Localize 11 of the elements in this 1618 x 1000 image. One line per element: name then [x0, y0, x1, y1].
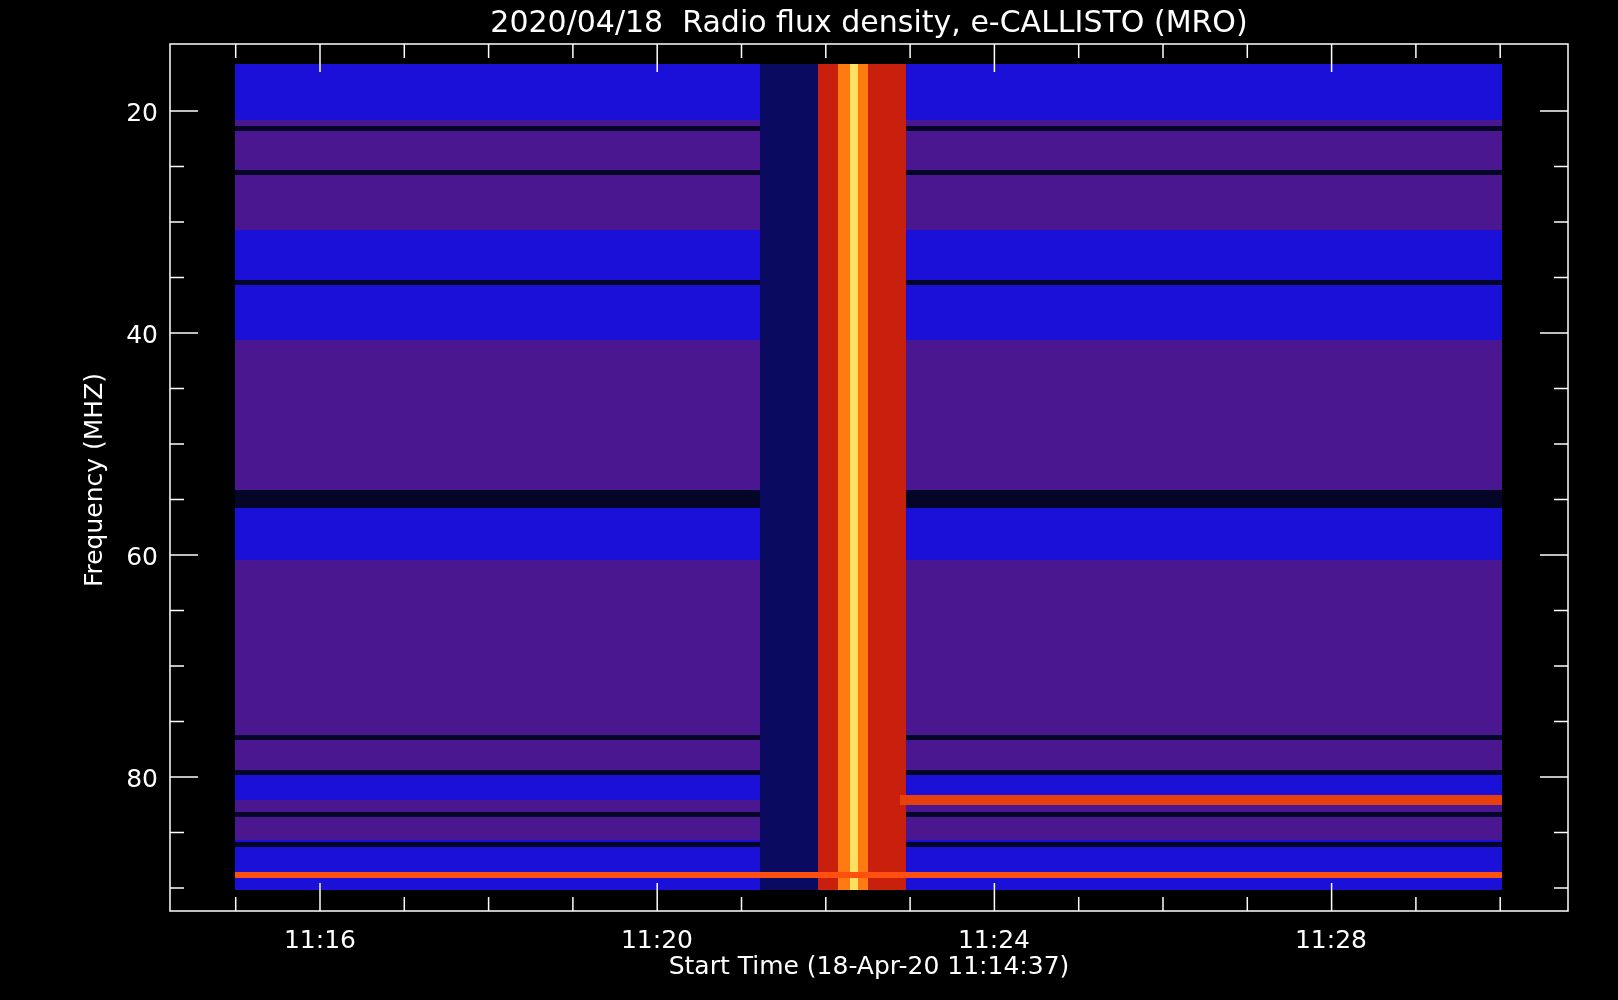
y-tick-label: 60	[126, 542, 158, 571]
chart-title: 2020/04/18 Radio flux density, e-CALLISTO (MRO)	[490, 4, 1248, 39]
y-tick-label: 80	[126, 764, 158, 793]
x-tick-label: 11:20	[621, 925, 693, 954]
x-axis-label: Start Time (18-Apr-20 11:14:37)	[668, 951, 1070, 980]
y-tick-label: 20	[126, 98, 158, 127]
y-axis-label: Frequency (MHZ)	[79, 372, 108, 588]
x-tick-label: 11:28	[1295, 925, 1367, 954]
x-tick-label: 11:16	[284, 925, 356, 954]
y-tick-label: 40	[126, 320, 158, 349]
x-tick-label: 11:24	[958, 925, 1030, 954]
